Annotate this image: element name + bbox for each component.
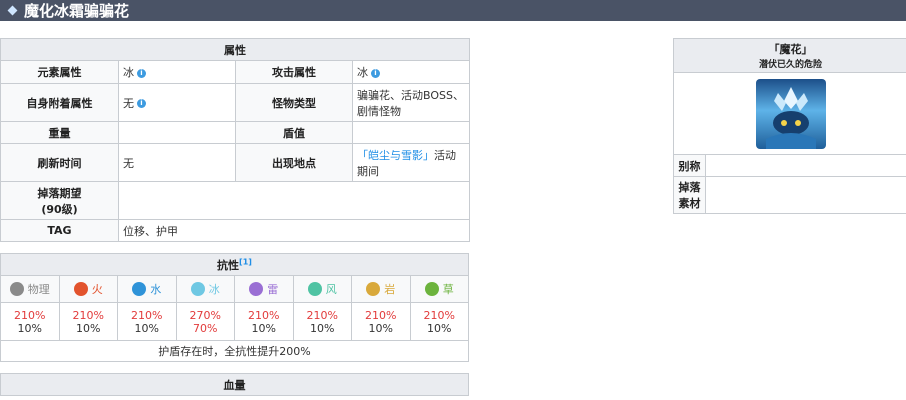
resistance-value-shielded: 210% [131,308,163,322]
dendro-icon [424,282,439,296]
cryo-icon [190,282,205,296]
self-aura-value: 无i [118,83,236,122]
attributes-heading: 属性 [0,38,470,61]
resistance-element-5: 风 [292,275,352,303]
resistance-value-cell: 210% 10% [234,302,294,341]
page-header: 魔化冰霜骗骗花 [0,0,906,21]
resistance-value-cell: 210% 10% [351,302,411,341]
resistance-element-2: 水 [117,275,177,303]
tag-value: 位移、护甲 [118,219,470,242]
drop-expectation-value [118,181,470,220]
monster-subtitle: 潜伏已久的危险 [759,60,823,70]
weight-label: 重量 [0,121,119,144]
resistance-value-base: 10% [17,321,42,335]
hp-table: 血量 [0,373,469,396]
resistance-table: 抗性[1] 物理火水冰雷风岩草 210% 10% 210% 10% 210% 10% 270… [0,253,469,362]
resistance-element-6: 岩 [351,275,411,303]
resistance-heading: 抗性[1] [0,253,469,276]
electro-icon [249,282,264,296]
monster-card: 「魔花」 潜伏已久的危险 别称 掉落 素材 [672,38,906,214]
location-value: 「皑尘与雪影」活动期间 [352,143,470,182]
resistance-value-shielded: 210% [248,308,280,322]
page-title: 魔化冰霜骗骗花 [24,2,130,20]
resistance-element-0: 物理 [0,275,60,303]
geo-icon [366,282,381,296]
resistance-value-shielded: 210% [365,308,397,322]
resistance-value-base: 70% [193,321,218,335]
element-name: 风 [325,283,337,296]
resistance-value-shielded: 210% [306,308,338,322]
element-name: 雷 [267,283,279,296]
resistance-value-cell: 210% 10% [409,302,469,341]
respawn-label: 刷新时间 [0,143,119,182]
element-name: 岩 [384,283,396,296]
resistance-element-7: 草 [409,275,469,303]
resistance-value-base: 10% [368,321,393,335]
attack-attr-label: 攻击属性 [235,60,353,84]
info-icon[interactable]: i [137,68,146,78]
resistance-element-3: 冰 [175,275,235,303]
resistance-value-base: 10% [76,321,101,335]
element-name: 物理 [27,283,50,296]
resistance-note: 护盾存在时，全抗性提升200% [0,340,469,362]
resistance-value-base: 10% [134,321,159,335]
footnote-link[interactable]: [1] [239,257,252,266]
monster-type-label: 怪物类型 [235,83,353,122]
anemo-icon [307,282,322,296]
resistance-value-cell: 210% 10% [292,302,352,341]
resistance-value-base: 10% [251,321,276,335]
alias-value [704,154,906,177]
hp-heading: 血量 [0,373,469,396]
element-name: 冰 [208,283,220,296]
monster-portrait [755,78,826,149]
element-name: 水 [150,283,162,296]
resistance-value-shielded: 210% [14,308,46,322]
shield-value [352,121,470,144]
self-aura-label: 自身附着属性 [0,83,119,122]
resistance-value-cell: 210% 10% [0,302,60,341]
alias-label: 别称 [673,154,706,177]
respawn-value: 无 [118,143,236,182]
resistance-value-cell: 210% 10% [117,302,177,341]
portrait-cell [672,72,906,155]
physical-icon [9,282,24,296]
pyro-icon [73,282,88,296]
resistance-value-base: 10% [310,321,335,335]
resistance-value-cell: 210% 10% [58,302,118,341]
tag-label: TAG [0,219,119,242]
resistance-value-base: 10% [427,321,452,335]
element-attr-value: 冰i [118,60,236,84]
card-heading: 「魔花」 潜伏已久的危险 [672,38,906,73]
monster-name: 「魔花」 [768,43,813,56]
event-link[interactable]: 「皑尘与雪影」 [357,149,434,162]
monster-type-value: 骗骗花、活动BOSS、剧情怪物 [352,83,470,122]
info-icon[interactable]: i [371,68,380,78]
element-attr-label: 元素属性 [0,60,119,84]
resistance-value-shielded: 210% [72,308,104,322]
hydro-icon [132,282,147,296]
shield-label: 盾值 [235,121,353,144]
resistance-value-shielded: 210% [423,308,455,322]
attack-attr-value: 冰i [352,60,470,84]
weight-value [118,121,236,144]
location-label: 出现地点 [235,143,353,182]
diamond-icon [7,5,18,16]
element-name: 草 [442,283,454,296]
resistance-element-4: 雷 [234,275,294,303]
resistance-value-cell: 270% 70% [175,302,235,341]
resistance-value-shielded: 270% [189,308,221,322]
info-icon[interactable]: i [137,99,146,108]
drop-material-value [704,176,906,214]
element-name: 火 [91,283,103,296]
resistance-element-1: 火 [58,275,118,303]
attributes-table: 属性 元素属性 冰i 攻击属性 冰i 自身附着属性 无i 怪物类型 骗骗花、活动… [0,38,470,242]
drop-material-label: 掉落 素材 [673,176,706,214]
drop-expectation-label: 掉落期望 (90级) [0,181,119,220]
